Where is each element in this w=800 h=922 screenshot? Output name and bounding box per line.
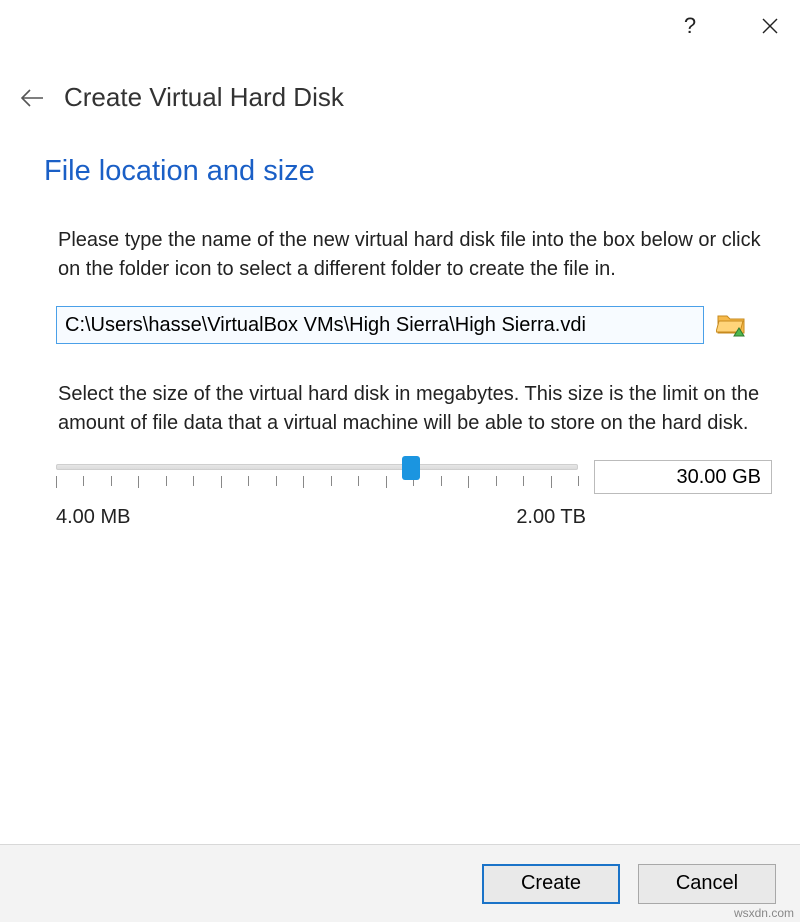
slider-min-label: 4.00 MB <box>56 506 130 529</box>
file-path-input[interactable] <box>56 306 704 344</box>
slider-thumb[interactable] <box>402 456 420 480</box>
help-icon[interactable]: ? <box>678 14 702 38</box>
browse-folder-button[interactable] <box>714 309 750 341</box>
size-slider[interactable] <box>56 460 578 494</box>
slider-track <box>56 464 578 470</box>
cancel-button[interactable]: Cancel <box>638 864 776 904</box>
back-arrow-icon[interactable] <box>18 84 46 112</box>
wizard-title: Create Virtual Hard Disk <box>64 82 344 113</box>
create-button[interactable]: Create <box>482 864 620 904</box>
size-instruction: Select the size of the virtual hard disk… <box>58 380 768 438</box>
size-value-input[interactable] <box>594 460 772 494</box>
path-instruction: Please type the name of the new virtual … <box>58 226 768 284</box>
section-title: File location and size <box>44 155 772 188</box>
slider-max-label: 2.00 TB <box>516 506 586 529</box>
close-icon[interactable] <box>758 14 782 38</box>
slider-ticks <box>56 476 578 490</box>
watermark: wsxdn.com <box>734 906 794 920</box>
folder-icon <box>716 312 748 338</box>
dialog-footer: Create Cancel <box>0 844 800 922</box>
